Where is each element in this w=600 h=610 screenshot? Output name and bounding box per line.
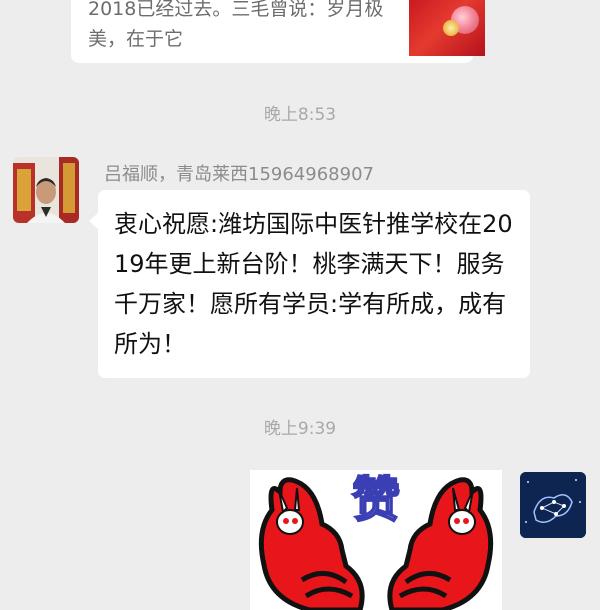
sticker-caption: 赞: [351, 471, 401, 529]
timestamp: 晚上9:39: [263, 419, 337, 439]
person-avatar-icon: [13, 157, 79, 223]
sender-avatar[interactable]: [13, 157, 79, 223]
sender-name: 吕福顺，青岛莱西15964968907: [104, 164, 374, 185]
my-avatar[interactable]: [520, 472, 586, 538]
thumbs-up-sticker[interactable]: 赞: [250, 470, 502, 610]
shared-article-card[interactable]: 2018已经过去。三毛曾说：岁月极 美，在于它: [71, 0, 485, 63]
flower-icon: [443, 20, 459, 36]
message-text: 衷心祝愿:潍坊国际中医针推学校在2019年更上新台阶！桃李满天下！服务千万家！愿…: [114, 210, 513, 358]
shared-article-text: 2018已经过去。三毛曾说：岁月极 美，在于它: [88, 0, 384, 50]
constellation-avatar-icon: [520, 472, 586, 538]
timestamp: 晚上8:53: [263, 105, 337, 125]
message-bubble[interactable]: 衷心祝愿:潍坊国际中医针推学校在2019年更上新台阶！桃李满天下！服务千万家！愿…: [89, 190, 530, 378]
shared-article-thumbnail: [409, 0, 485, 56]
